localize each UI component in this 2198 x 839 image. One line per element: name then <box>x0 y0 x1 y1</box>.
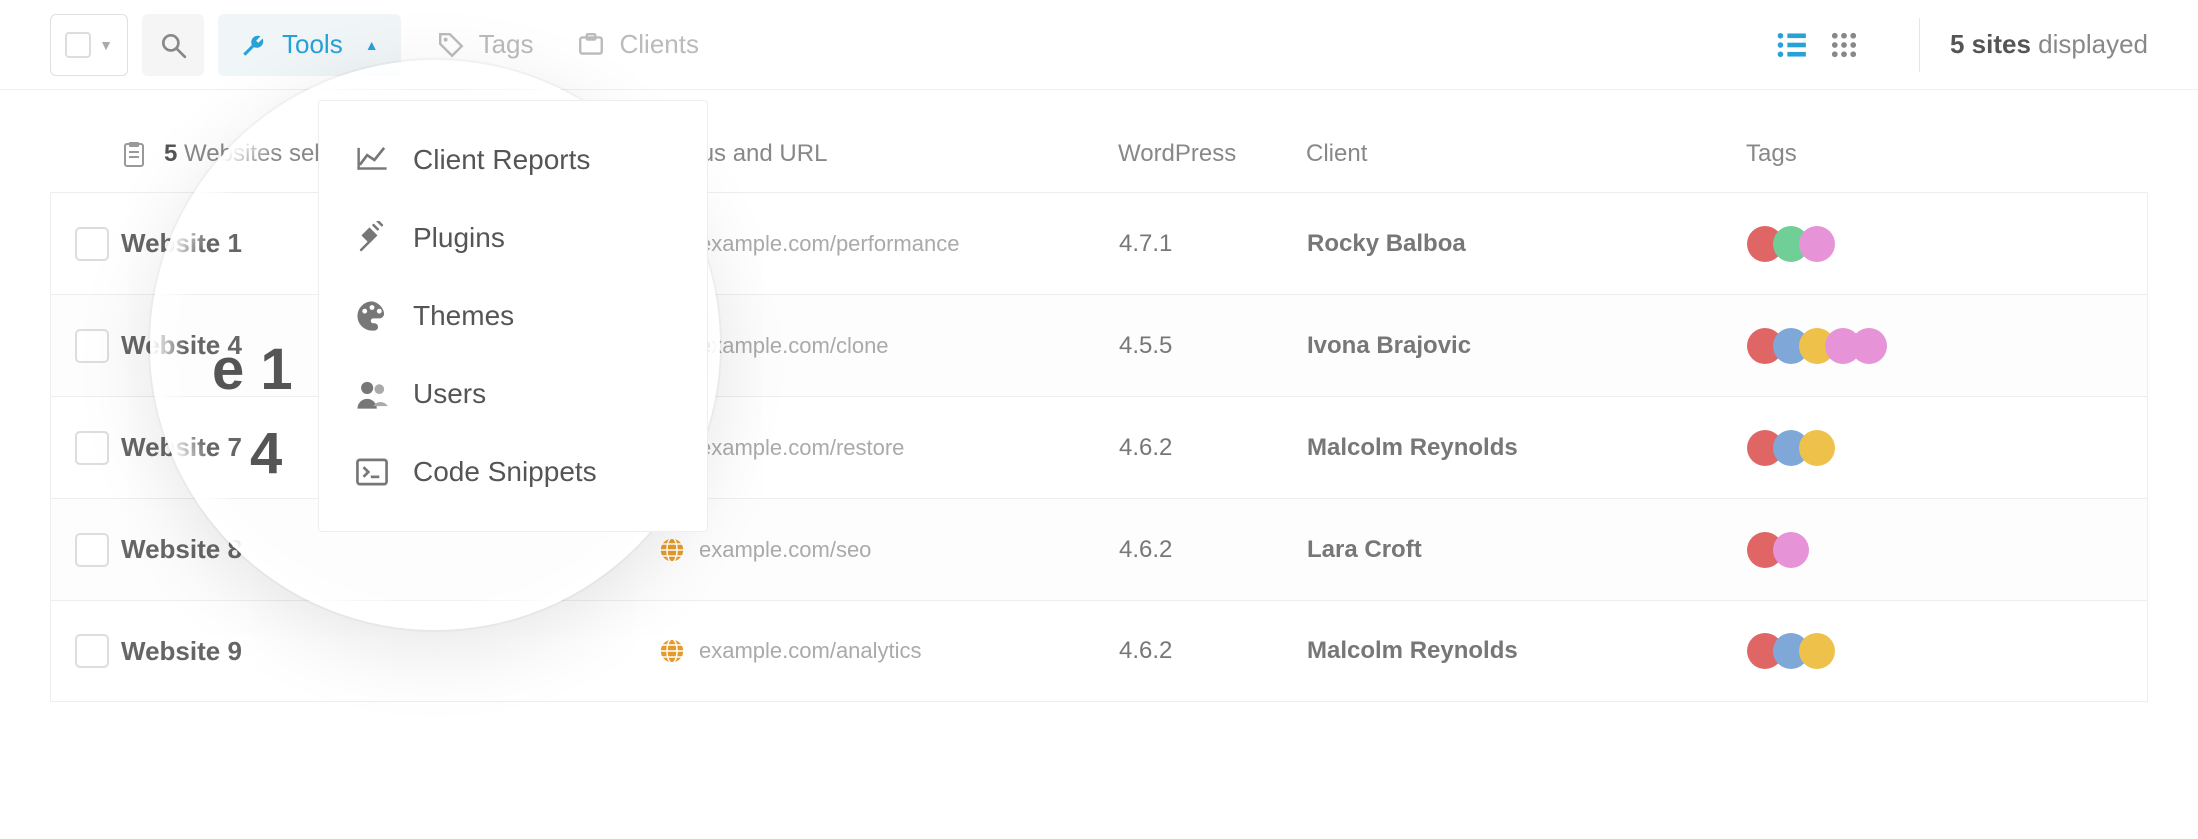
select-all-toggle[interactable]: ▼ <box>50 14 128 76</box>
client-name: Rocky Balboa <box>1307 230 1466 257</box>
zoom-callout-4: 4 <box>250 420 282 487</box>
header-client: Client <box>1306 140 1746 168</box>
briefcase-icon <box>577 31 605 59</box>
wordpress-version: 4.6.2 <box>1119 637 1172 664</box>
tag-icon <box>437 31 465 59</box>
search-button[interactable] <box>142 14 204 76</box>
grid-view-button[interactable] <box>1829 30 1859 60</box>
wordpress-version: 4.5.5 <box>1119 332 1172 359</box>
tools-label: Tools <box>282 29 343 60</box>
tag-dot <box>1773 532 1809 568</box>
tag-dot <box>1799 226 1835 262</box>
client-name: Lara Croft <box>1307 536 1422 563</box>
table-row[interactable]: Website 9 example.com/analytics 4.6.2 Ma… <box>50 600 2148 702</box>
row-checkbox[interactable] <box>75 329 109 363</box>
row-checkbox[interactable] <box>75 634 109 668</box>
site-name: Website 9 <box>121 636 242 667</box>
terminal-icon <box>355 455 389 489</box>
tag-dot <box>1851 328 1887 364</box>
site-url: example.com/clone <box>699 333 889 359</box>
site-name: Website 7 <box>121 432 242 463</box>
menu-item-label: Themes <box>413 300 514 332</box>
tag-dots <box>1747 532 2137 568</box>
site-url: example.com/seo <box>699 537 871 563</box>
sel-count: 5 <box>164 140 177 167</box>
menu-item-label: Code Snippets <box>413 456 597 488</box>
client-name: Malcolm Reynolds <box>1307 637 1518 664</box>
row-checkbox[interactable] <box>75 431 109 465</box>
tools-menu-item[interactable]: Code Snippets <box>319 433 707 511</box>
menu-item-label: Plugins <box>413 222 505 254</box>
view-toggle <box>1775 30 1859 60</box>
toolbar: ▼ Tools ▲ Tags Clients 5 sites displayed <box>0 0 2198 90</box>
wrench-icon <box>240 31 268 59</box>
tags-button[interactable]: Tags <box>415 14 556 76</box>
row-checkbox[interactable] <box>75 533 109 567</box>
tag-dot <box>1799 430 1835 466</box>
wordpress-version: 4.7.1 <box>1119 230 1172 257</box>
plug-icon <box>355 221 389 255</box>
toolbar-divider <box>1919 18 1920 72</box>
client-name: Malcolm Reynolds <box>1307 434 1518 461</box>
sites-count: 5 sites <box>1950 29 2031 59</box>
tools-menu-item[interactable]: Plugins <box>319 199 707 277</box>
tools-menu-item[interactable]: Client Reports <box>319 121 707 199</box>
site-name: Website 8 <box>121 534 242 565</box>
caret-up-icon: ▲ <box>365 37 379 53</box>
clients-button[interactable]: Clients <box>555 14 720 76</box>
clients-label: Clients <box>619 29 698 60</box>
tools-menu-item[interactable]: Users <box>319 355 707 433</box>
header-wordpress: WordPress <box>1118 140 1306 168</box>
client-name: Ivona Brajovic <box>1307 332 1471 359</box>
checkbox-icon <box>65 32 91 58</box>
tools-menu-item[interactable]: Themes <box>319 277 707 355</box>
tags-label: Tags <box>479 29 534 60</box>
tag-dots <box>1747 226 2137 262</box>
globe-icon <box>659 537 685 563</box>
site-url: example.com/performance <box>699 231 959 257</box>
wordpress-version: 4.6.2 <box>1119 434 1172 461</box>
chart-icon <box>355 143 389 177</box>
menu-item-label: Client Reports <box>413 144 590 176</box>
tools-button[interactable]: Tools ▲ <box>218 14 401 76</box>
list-view-button[interactable] <box>1775 30 1809 60</box>
caret-down-icon: ▼ <box>99 37 113 53</box>
header-status: Status and URL <box>658 140 1118 168</box>
menu-item-label: Users <box>413 378 486 410</box>
users-icon <box>355 377 389 411</box>
tag-dots <box>1747 328 2137 364</box>
palette-icon <box>355 299 389 333</box>
sites-suffix: displayed <box>2031 29 2148 59</box>
globe-icon <box>659 638 685 664</box>
tools-dropdown: Client Reports Plugins Themes Users Code… <box>318 100 708 532</box>
row-checkbox[interactable] <box>75 227 109 261</box>
search-icon <box>159 31 187 59</box>
tag-dots <box>1747 430 2137 466</box>
site-url: example.com/restore <box>699 435 904 461</box>
tag-dots <box>1747 633 2137 669</box>
wordpress-version: 4.6.2 <box>1119 536 1172 563</box>
header-tags: Tags <box>1746 140 2138 168</box>
zoom-callout-1: e 1 <box>212 336 293 403</box>
site-url: example.com/analytics <box>699 638 922 664</box>
tag-dot <box>1799 633 1835 669</box>
site-name: Website 1 <box>121 228 242 259</box>
clipboard-icon <box>120 140 148 168</box>
sites-displayed-label: 5 sites displayed <box>1950 29 2148 60</box>
